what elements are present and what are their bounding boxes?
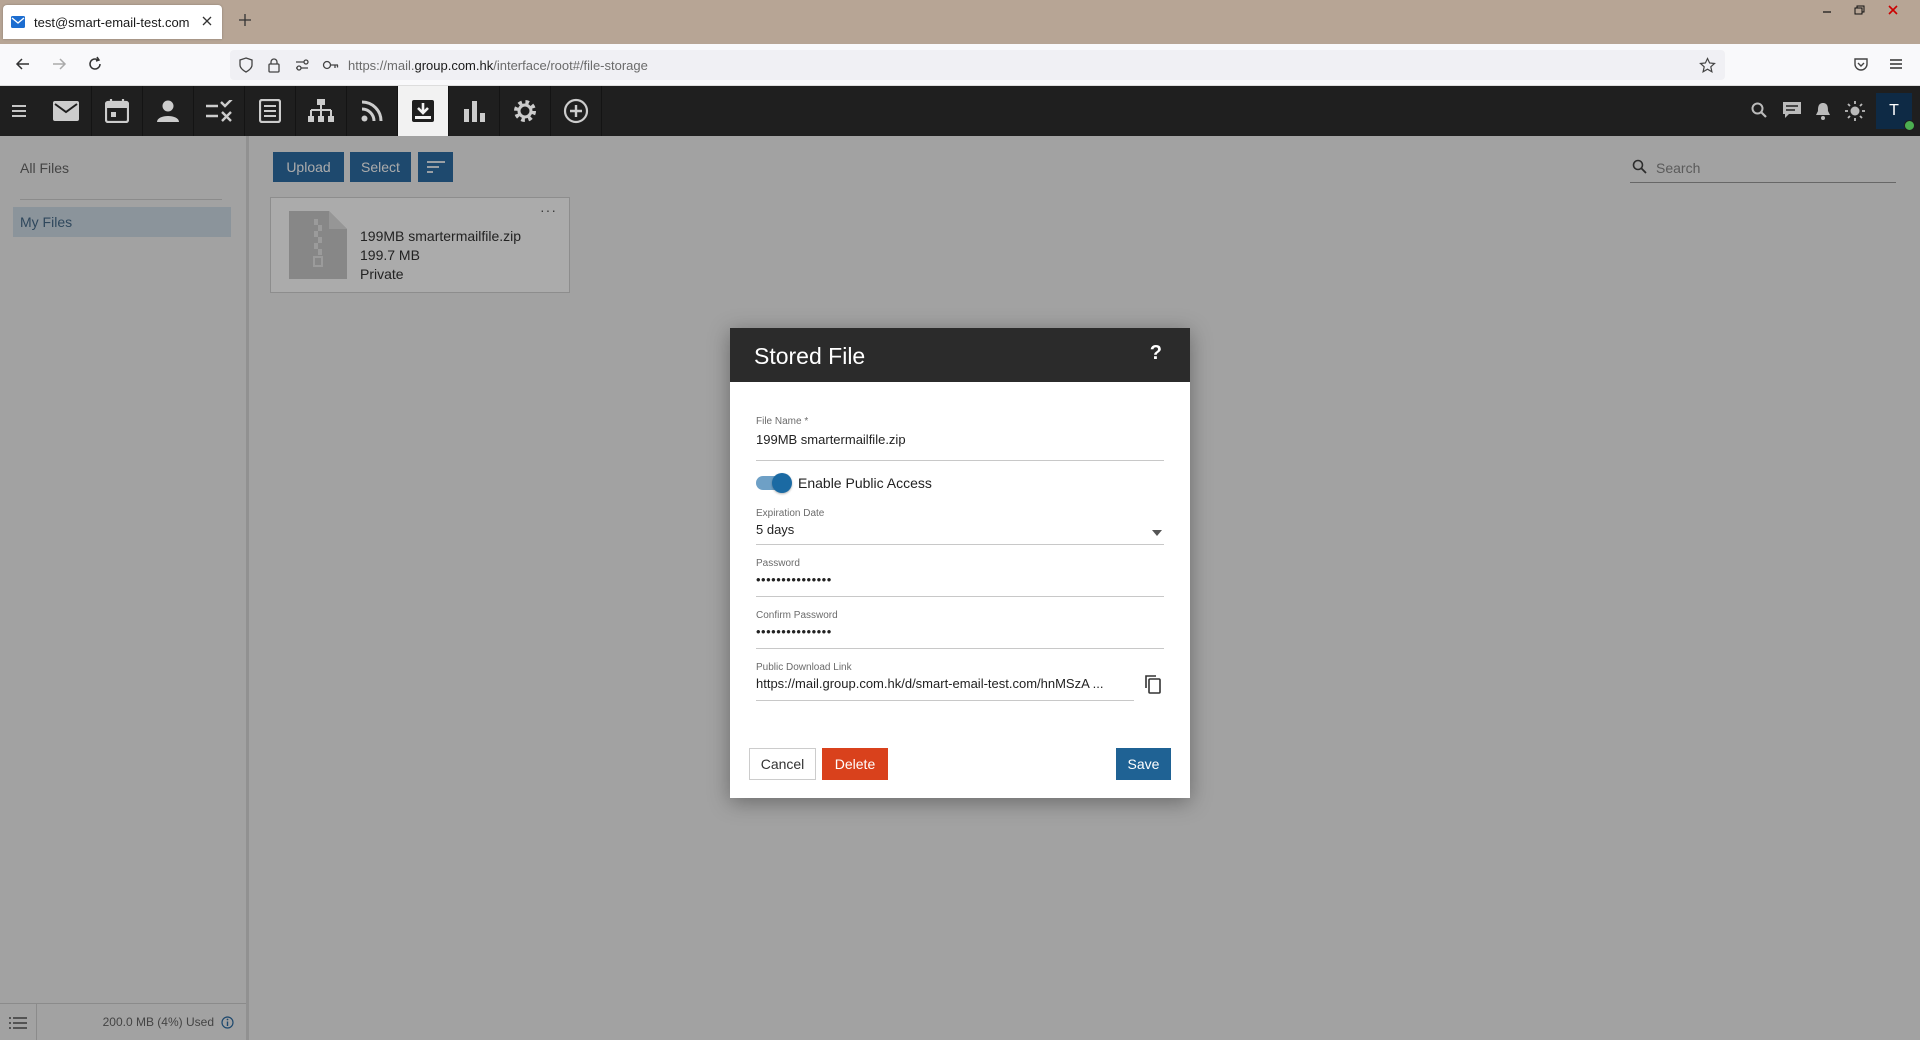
browser-nav-bar: https://mail.group.com.hk/interface/root… [0,44,1920,86]
public-access-label: Enable Public Access [798,475,932,491]
url-prefix: https://mail. [348,58,415,73]
search-icon[interactable] [1750,101,1768,119]
reports-icon[interactable] [449,86,500,136]
rss-icon[interactable] [347,86,398,136]
delete-button[interactable]: Delete [822,748,888,780]
back-icon[interactable] [14,55,32,73]
expiration-date-label: Expiration Date [756,508,825,519]
file-name-field: File Name * [756,416,1164,461]
notifications-bell-icon[interactable] [1814,101,1832,121]
dialog-header: Stored File ? [730,328,1190,382]
tasks-icon[interactable] [194,86,245,136]
expiration-date-field[interactable]: Expiration Date 5 days [756,508,1164,545]
confirm-password-field: Confirm Password ••••••••••••••• [756,610,1164,649]
contacts-icon[interactable] [143,86,194,136]
reload-icon[interactable] [86,55,104,73]
app-toolbar [0,86,1920,136]
new-tab-icon[interactable] [237,12,253,28]
shield-icon[interactable] [238,57,254,73]
menu-icon[interactable] [10,102,28,120]
file-storage-icon[interactable] [398,86,449,136]
pocket-icon[interactable] [1852,55,1870,73]
public-download-link-label: Public Download Link [756,662,852,673]
online-status-indicator [1904,120,1915,131]
url-domain: group.com.hk [414,58,494,73]
key-icon[interactable] [322,57,340,73]
password-field: Password ••••••••••••••• [756,558,1164,597]
notes-icon[interactable] [245,86,296,136]
mail-favicon-icon [11,16,25,28]
public-download-link-value[interactable]: https://mail.group.com.hk/d/smart-email-… [756,676,1134,694]
public-download-link-field: Public Download Link https://mail.group.… [756,662,1161,701]
confirm-password-input[interactable]: ••••••••••••••• [756,624,1164,642]
bookmark-star-icon[interactable] [1699,57,1716,74]
password-label: Password [756,558,800,569]
theme-sun-icon[interactable] [1845,101,1865,121]
permissions-icon[interactable] [294,57,310,73]
confirm-password-label: Confirm Password [756,610,838,621]
browser-tab-strip: test@smart-email-test.com [0,0,1920,44]
browser-tab-title: test@smart-email-test.com [34,15,190,30]
toggle-knob [772,473,792,493]
lock-icon[interactable] [266,57,282,73]
save-button[interactable]: Save [1116,748,1171,780]
forward-icon[interactable] [50,55,68,73]
file-name-label: File Name * [756,416,809,427]
url-bar[interactable]: https://mail.group.com.hk/interface/root… [230,50,1725,80]
expiration-date-select[interactable]: 5 days [756,522,1164,540]
settings-icon[interactable] [500,86,551,136]
chat-icon[interactable] [1782,101,1802,119]
sitemap-icon[interactable] [296,86,347,136]
restore-icon[interactable] [1852,0,1866,20]
minimize-icon[interactable] [1820,0,1834,20]
help-icon[interactable]: ? [1150,342,1162,365]
browser-menu-icon[interactable] [1887,55,1905,73]
close-tab-icon[interactable] [200,14,214,28]
close-window-icon[interactable] [1886,0,1900,20]
browser-tab[interactable]: test@smart-email-test.com [3,5,222,39]
url-path: /interface/root#/file-storage [493,58,648,73]
url-text[interactable]: https://mail.group.com.hk/interface/root… [348,58,648,73]
chevron-down-icon[interactable] [1152,530,1162,536]
copy-icon[interactable] [1144,674,1162,694]
cancel-button[interactable]: Cancel [749,748,816,780]
calendar-icon[interactable] [92,86,143,136]
dialog-title: Stored File [754,343,866,369]
mail-icon[interactable] [41,86,92,136]
add-icon[interactable] [551,86,602,136]
file-name-input[interactable] [756,430,1164,448]
password-input[interactable]: ••••••••••••••• [756,572,1164,590]
